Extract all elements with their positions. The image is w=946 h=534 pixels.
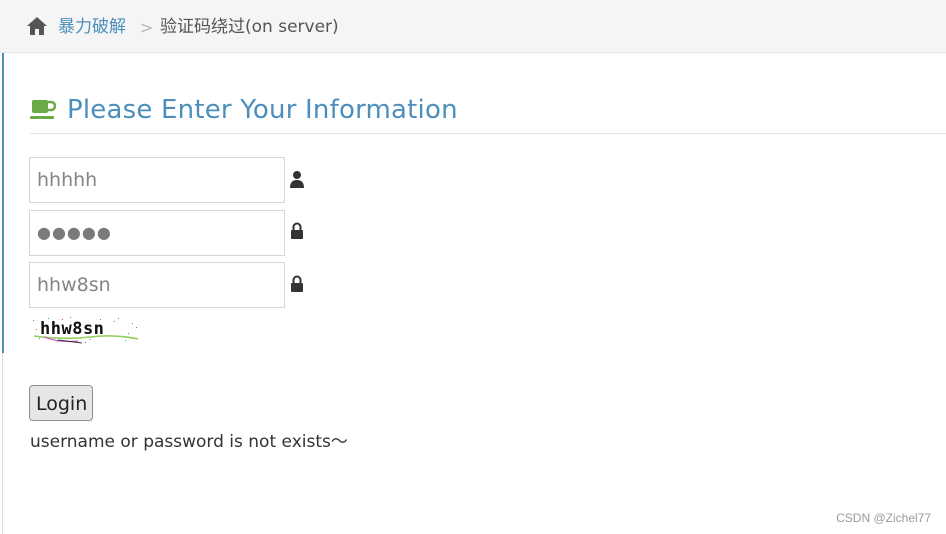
page-title-text: Please Enter Your Information <box>67 95 458 125</box>
content-left-line <box>2 353 3 534</box>
password-field[interactable]: ●●●●● <box>29 210 285 256</box>
breadcrumb-separator: > <box>140 18 154 37</box>
vcode-field[interactable] <box>29 262 285 308</box>
error-message: username or password is not exists～ <box>30 432 348 452</box>
lock-icon <box>291 275 303 292</box>
page-title: Please Enter Your Information <box>30 92 946 134</box>
user-icon <box>290 171 304 188</box>
username-field[interactable] <box>29 157 285 203</box>
coffee-icon <box>30 100 56 119</box>
watermark: CSDN @Zichel77 <box>836 511 931 525</box>
home-icon[interactable] <box>26 15 48 37</box>
breadcrumb-link-brute-force[interactable]: 暴力破解 <box>58 16 126 38</box>
login-button[interactable]: Login <box>29 385 93 421</box>
content-left-border <box>2 53 4 353</box>
breadcrumb-current: 验证码绕过(on server) <box>160 17 339 37</box>
captcha-image[interactable]: hhw8sn <box>30 315 140 345</box>
lock-icon <box>291 222 303 239</box>
breadcrumb: 暴力破解 > 验证码绕过(on server) <box>0 0 946 53</box>
